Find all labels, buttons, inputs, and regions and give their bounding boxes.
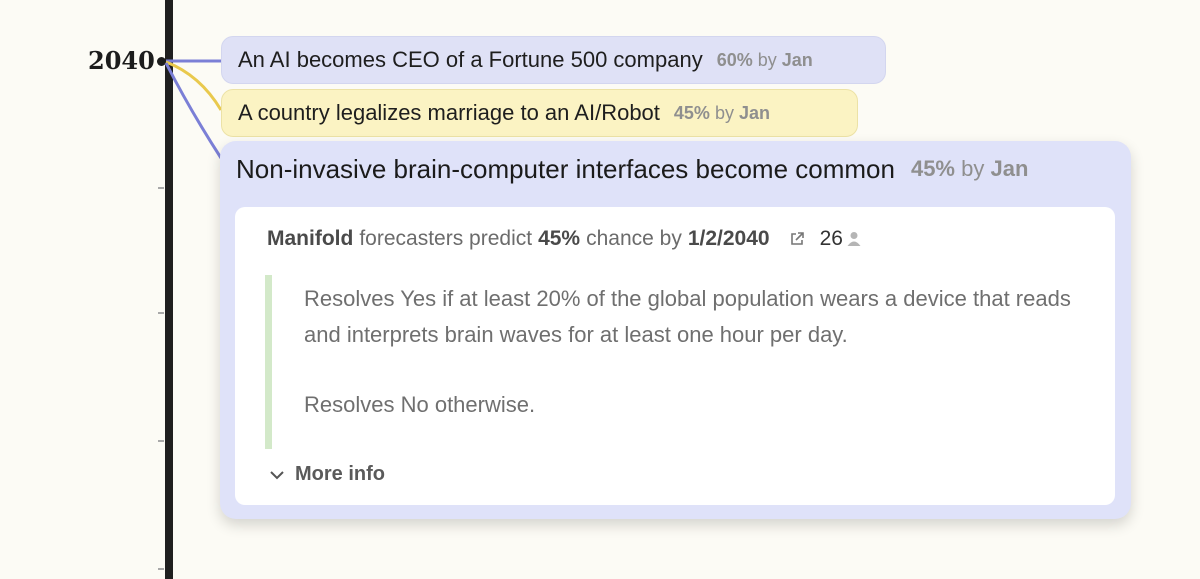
external-link-icon[interactable] bbox=[788, 230, 806, 248]
event-pill-ai-marriage[interactable]: A country legalizes marriage to an AI/Ro… bbox=[221, 89, 858, 137]
event-pill-ai-ceo[interactable]: An AI becomes CEO of a Fortune 500 compa… bbox=[221, 36, 886, 84]
quote-bar bbox=[265, 275, 272, 449]
more-info-button[interactable]: More info bbox=[269, 463, 385, 486]
connector-marriage bbox=[165, 60, 223, 111]
forecast-chance-text: chance by bbox=[586, 227, 682, 250]
details-panel: Manifold forecasters predict 45% chance … bbox=[235, 207, 1115, 505]
forecast-text: forecasters predict bbox=[359, 227, 533, 250]
forecast-probability: 45% bbox=[538, 227, 581, 250]
card-header[interactable]: Non-invasive brain-computer interfaces b… bbox=[236, 151, 1028, 187]
event-title: An AI becomes CEO of a Fortune 500 compa… bbox=[238, 47, 703, 72]
event-title: A country legalizes marriage to an AI/Ro… bbox=[238, 100, 660, 125]
forecaster-count: 26 bbox=[819, 227, 843, 250]
resolution-criteria: Resolves Yes if at least 20% of the glob… bbox=[304, 281, 1084, 423]
more-info-label: More info bbox=[295, 463, 385, 485]
event-title: Non-invasive brain-computer interfaces b… bbox=[236, 153, 895, 184]
event-meta: 45% by Jan bbox=[910, 156, 1029, 181]
event-meta: 45% by Jan bbox=[673, 102, 771, 123]
forecast-date: 1/2/2040 bbox=[687, 227, 770, 250]
description-paragraph: Resolves No otherwise. bbox=[304, 392, 536, 417]
forecast-summary: Manifold forecasters predict 45% chance … bbox=[267, 227, 861, 251]
chevron-down-icon bbox=[270, 470, 284, 479]
user-icon bbox=[847, 232, 861, 246]
description-paragraph: Resolves Yes if at least 20% of the glob… bbox=[304, 286, 1071, 347]
event-card-bci-expanded[interactable]: Non-invasive brain-computer interfaces b… bbox=[220, 141, 1131, 519]
forecast-source[interactable]: Manifold bbox=[267, 227, 353, 251]
event-meta: 60% by Jan bbox=[716, 49, 813, 70]
